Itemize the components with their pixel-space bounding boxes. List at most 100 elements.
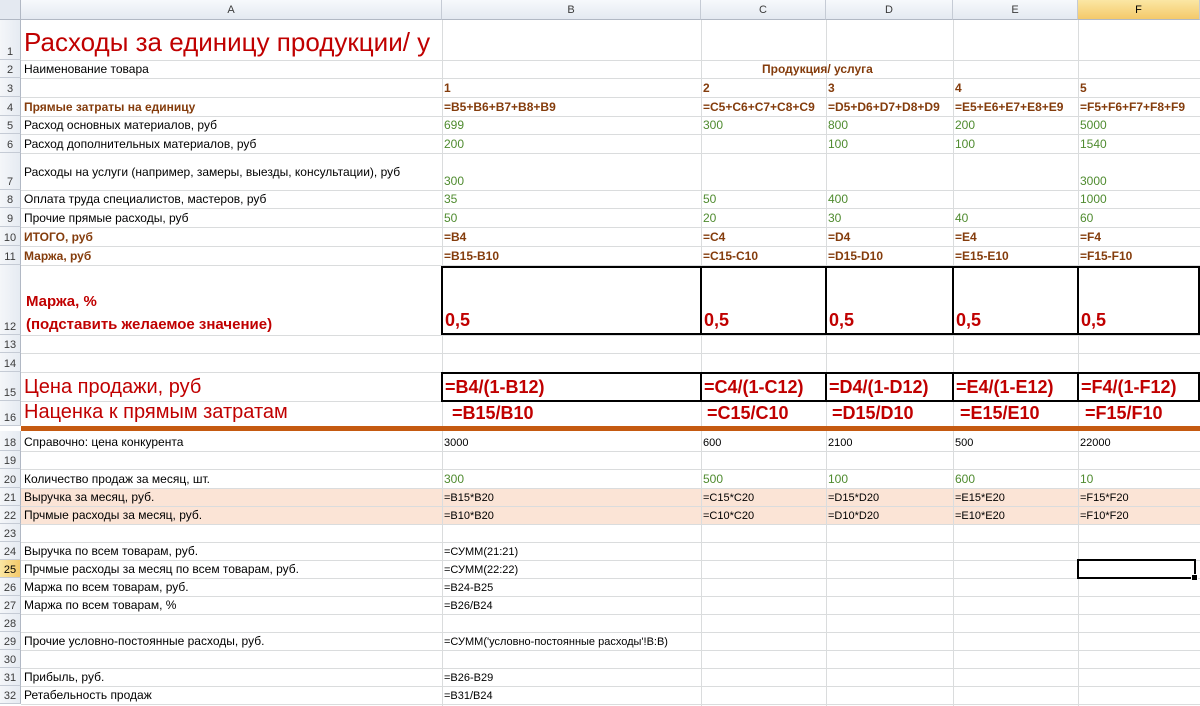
cell-c16[interactable]: =C15/C10 <box>705 401 791 426</box>
cell-b21[interactable]: =B15*B20 <box>442 488 496 506</box>
sheet-title[interactable]: Расходы за единицу продукции/ у <box>22 20 432 60</box>
cell-b8[interactable]: 35 <box>442 190 459 208</box>
cell-c8[interactable]: 50 <box>701 190 718 208</box>
cell-f16[interactable]: =F15/F10 <box>1083 401 1165 426</box>
cell-d3[interactable]: 3 <box>826 78 837 97</box>
cell-d4[interactable]: =D5+D6+D7+D8+D9 <box>826 97 942 116</box>
cell-b11[interactable]: =B15-B10 <box>442 246 501 265</box>
row-header[interactable]: 14 <box>0 353 21 372</box>
cell-f18[interactable]: 22000 <box>1078 431 1113 451</box>
cell-b31[interactable]: =B26-B29 <box>442 668 495 686</box>
cell-a10[interactable]: ИТОГО, руб <box>22 227 95 246</box>
cell-b4[interactable]: =B5+B6+B7+B8+B9 <box>442 97 558 116</box>
cell-c11[interactable]: =C15-C10 <box>701 246 760 265</box>
cell-b25[interactable]: =СУММ(22:22) <box>442 560 520 578</box>
cell-c18[interactable]: 600 <box>701 431 723 451</box>
cell-a9[interactable]: Прочие прямые расходы, руб <box>22 208 191 227</box>
cell-e15[interactable]: =E4/(1-E12) <box>952 372 1079 402</box>
cell-a31[interactable]: Прибыль, руб. <box>22 668 106 686</box>
column-header-a[interactable]: A <box>21 0 442 20</box>
cell-f12-input[interactable]: 0,5 <box>1077 266 1200 335</box>
cell-d21[interactable]: =D15*D20 <box>826 488 881 506</box>
cell-c15[interactable]: =C4/(1-C12) <box>700 372 827 402</box>
cell-a16[interactable]: Наценка к прямым затратам <box>22 401 290 426</box>
cell-e18[interactable]: 500 <box>953 431 975 451</box>
cell-c2[interactable]: Продукция/ услуга <box>760 60 875 78</box>
cell-c4[interactable]: =C5+C6+C7+C8+C9 <box>701 97 817 116</box>
row-header[interactable]: 11 <box>0 246 21 265</box>
cell-a12-line1[interactable]: Маржа, % <box>24 286 99 312</box>
cell-a5[interactable]: Расход основных материалов, руб <box>22 116 219 134</box>
column-header-e[interactable]: E <box>953 0 1078 20</box>
column-header-b[interactable]: B <box>442 0 701 20</box>
cell-b9[interactable]: 50 <box>442 208 459 227</box>
cell-b7[interactable]: 300 <box>442 153 466 190</box>
cell-d15[interactable]: =D4/(1-D12) <box>825 372 954 402</box>
cell-b22[interactable]: =B10*B20 <box>442 506 496 524</box>
cell-e11[interactable]: =E15-E10 <box>953 246 1011 265</box>
cell-b24[interactable]: =СУММ(21:21) <box>442 542 520 560</box>
row-header[interactable]: 1 <box>0 20 21 60</box>
cell-b18[interactable]: 3000 <box>442 431 470 451</box>
select-all-corner[interactable] <box>0 0 21 20</box>
cell-c5[interactable]: 300 <box>701 116 725 134</box>
cell-a18[interactable]: Справочно: цена конкурента <box>22 431 185 451</box>
cell-e4[interactable]: =E5+E6+E7+E8+E9 <box>953 97 1065 116</box>
column-header-f[interactable]: F <box>1078 0 1200 20</box>
cell-a7[interactable]: Расходы на услуги (например, замеры, вые… <box>22 153 402 181</box>
cell-e5[interactable]: 200 <box>953 116 977 134</box>
row-header[interactable]: 2 <box>0 60 21 78</box>
cell-d22[interactable]: =D10*D20 <box>826 506 881 524</box>
cell-d16[interactable]: =D15/D10 <box>830 401 916 426</box>
cell-d11[interactable]: =D15-D10 <box>826 246 885 265</box>
cell-f10[interactable]: =F4 <box>1078 227 1103 246</box>
cell-b29[interactable]: =СУММ('условно-постоянные расходы'!B:B) <box>442 632 670 650</box>
cell-f21[interactable]: =F15*F20 <box>1078 488 1131 506</box>
cell-f4[interactable]: =F5+F6+F7+F8+F9 <box>1078 97 1187 116</box>
row-header[interactable]: 12 <box>0 265 21 335</box>
cell-b10[interactable]: =B4 <box>442 227 468 246</box>
cell-f6[interactable]: 1540 <box>1078 134 1109 153</box>
cell-f20[interactable]: 10 <box>1078 469 1095 488</box>
cell-a4[interactable]: Прямые затраты на единицу <box>22 97 197 116</box>
row-header[interactable]: 22 <box>0 506 21 524</box>
cell-b27[interactable]: =B26/B24 <box>442 596 495 614</box>
cell-f3[interactable]: 5 <box>1078 78 1089 97</box>
cell-a25[interactable]: Прчмые расходы за месяц по всем товарам,… <box>22 560 301 578</box>
cell-d5[interactable]: 800 <box>826 116 850 134</box>
cell-a2[interactable]: Наименование товара <box>22 60 151 78</box>
cell-f5[interactable]: 5000 <box>1078 116 1109 134</box>
row-header[interactable]: 30 <box>0 650 21 668</box>
row-header[interactable]: 5 <box>0 116 21 134</box>
cell-c21[interactable]: =C15*C20 <box>701 488 756 506</box>
row-header[interactable]: 9 <box>0 208 21 227</box>
cell-f11[interactable]: =F15-F10 <box>1078 246 1134 265</box>
cell-f15[interactable]: =F4/(1-F12) <box>1077 372 1200 402</box>
cell-a29[interactable]: Прочие условно-постоянные расходы, руб. <box>22 632 266 650</box>
cell-b6[interactable]: 200 <box>442 134 466 153</box>
cell-e21[interactable]: =E15*E20 <box>953 488 1007 506</box>
row-header[interactable]: 6 <box>0 134 21 153</box>
cell-a22[interactable]: Прчмые расходы за месяц, руб. <box>22 506 204 524</box>
row-header[interactable]: 32 <box>0 686 21 704</box>
cell-b32[interactable]: =B31/B24 <box>442 686 495 704</box>
cell-d18[interactable]: 2100 <box>826 431 854 451</box>
cell-a21[interactable]: Выручка за месяц, руб. <box>22 488 156 506</box>
row-header[interactable]: 26 <box>0 578 21 596</box>
cell-b5[interactable]: 699 <box>442 116 466 134</box>
row-header[interactable]: 4 <box>0 97 21 116</box>
row-header[interactable]: 10 <box>0 227 21 246</box>
cell-d12-input[interactable]: 0,5 <box>825 266 954 335</box>
cell-c22[interactable]: =C10*C20 <box>701 506 756 524</box>
cell-a15[interactable]: Цена продажи, руб <box>22 372 203 401</box>
cell-a12-line2[interactable]: (подставить желаемое значение) <box>24 311 274 335</box>
active-cell-f25[interactable] <box>1077 559 1198 581</box>
cell-d20[interactable]: 100 <box>826 469 850 488</box>
row-header[interactable]: 23 <box>0 524 21 542</box>
row-header[interactable]: 29 <box>0 632 21 650</box>
cell-c9[interactable]: 20 <box>701 208 718 227</box>
row-header[interactable]: 13 <box>0 335 21 353</box>
cell-e10[interactable]: =E4 <box>953 227 979 246</box>
cell-b12-input[interactable]: 0,5 <box>441 266 702 335</box>
cell-c3[interactable]: 2 <box>701 78 712 97</box>
